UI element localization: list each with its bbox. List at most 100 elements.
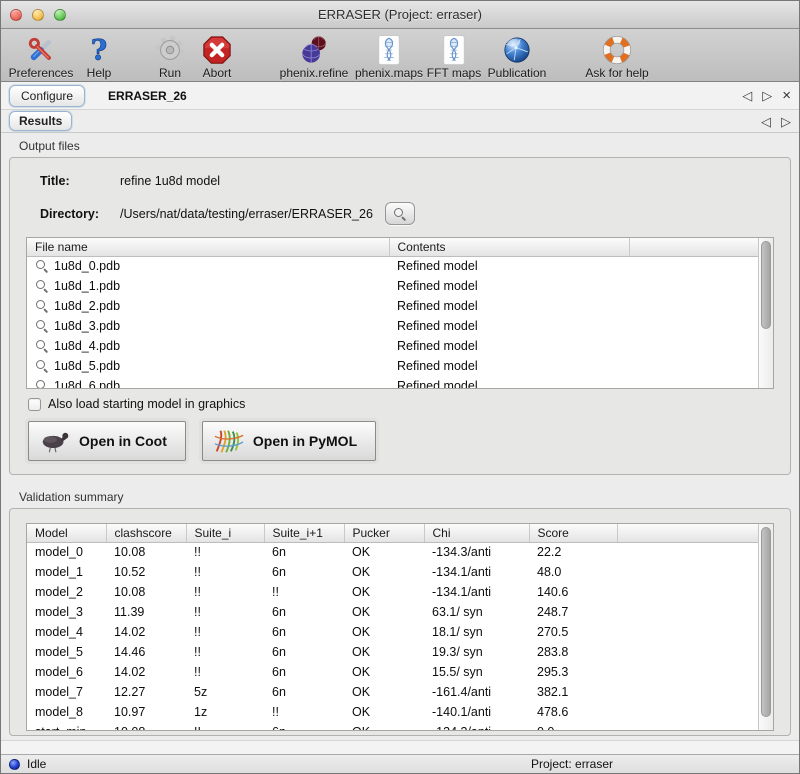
- table-row[interactable]: 1u8d_3.pdbRefined model: [27, 316, 758, 336]
- table-row[interactable]: 1u8d_5.pdbRefined model: [27, 356, 758, 376]
- gear-icon: [155, 35, 185, 65]
- column-header[interactable]: Contents: [389, 238, 629, 256]
- table-row[interactable]: model_210.08!!!!OK-134.1/anti140.6: [27, 582, 758, 602]
- table-row[interactable]: 1u8d_6.pdbRefined model: [27, 376, 758, 389]
- tab-scroll-left-icon[interactable]: ◁: [742, 89, 752, 102]
- open-in-pymol-button[interactable]: Open in PyMOL: [202, 421, 376, 461]
- table-row[interactable]: start_min10.08!!6nOK-134.3/anti0.0: [27, 722, 758, 731]
- output-files-groupbox: Title: refine 1u8d model Directory: /Use…: [9, 157, 791, 475]
- status-strip: [1, 740, 799, 754]
- phenix-maps-button[interactable]: phenix.maps: [353, 31, 425, 80]
- table-row[interactable]: model_010.08!!6nOK-134.3/anti22.2: [27, 542, 758, 562]
- column-header[interactable]: Model: [27, 524, 106, 542]
- magnifier-icon: [35, 279, 48, 292]
- magnifier-icon: [35, 339, 48, 352]
- status-led-icon: [9, 759, 20, 770]
- file-table-scrollbar[interactable]: [758, 238, 773, 388]
- validation-table-scrollbar[interactable]: [758, 524, 773, 730]
- coot-bird-icon: [39, 428, 71, 454]
- magnifier-icon: [35, 379, 48, 389]
- refine-spheres-icon: [299, 35, 329, 65]
- title-label: Title:: [40, 174, 120, 188]
- globe-icon: [502, 35, 532, 65]
- browse-directory-button[interactable]: [385, 202, 415, 225]
- abort-button[interactable]: Abort: [193, 31, 241, 80]
- validation-summary-section-label: Validation summary: [19, 490, 791, 504]
- tab-close-icon[interactable]: ×: [782, 88, 791, 103]
- results-panel: Output files Title: refine 1u8d model Di…: [1, 133, 799, 740]
- table-row[interactable]: 1u8d_1.pdbRefined model: [27, 276, 758, 296]
- density-map-icon: [439, 35, 469, 65]
- open-in-pymol-label: Open in PyMOL: [253, 433, 357, 449]
- open-in-coot-button[interactable]: Open in Coot: [28, 421, 186, 461]
- title-bar: ERRASER (Project: erraser): [1, 1, 799, 29]
- status-text: Idle: [27, 757, 46, 771]
- load-starting-model-checkbox[interactable]: [28, 398, 41, 411]
- table-row[interactable]: 1u8d_4.pdbRefined model: [27, 336, 758, 356]
- density-map-icon: [374, 35, 404, 65]
- output-files-section-label: Output files: [19, 139, 791, 153]
- column-header[interactable]: File name: [27, 238, 389, 256]
- tab-results[interactable]: Results: [9, 111, 72, 131]
- question-mark-icon: ?: [84, 35, 114, 65]
- magnifier-icon: [35, 299, 48, 312]
- tab-scroll-right-icon[interactable]: ▷: [762, 89, 772, 102]
- preferences-button[interactable]: Preferences: [5, 31, 77, 80]
- table-row[interactable]: model_810.971z!!OK-140.1/anti478.6: [27, 702, 758, 722]
- scrollbar-thumb[interactable]: [761, 527, 771, 717]
- table-row[interactable]: model_614.02!!6nOK15.5/ syn295.3: [27, 662, 758, 682]
- table-row[interactable]: model_311.39!!6nOK63.1/ syn248.7: [27, 602, 758, 622]
- help-button[interactable]: ? Help: [79, 31, 119, 80]
- column-header[interactable]: Suite_i+1: [264, 524, 344, 542]
- column-header[interactable]: Chi: [424, 524, 529, 542]
- run-button[interactable]: Run: [147, 31, 193, 80]
- window-title: ERRASER (Project: erraser): [1, 7, 799, 22]
- table-row[interactable]: model_110.52!!6nOK-134.1/anti48.0: [27, 562, 758, 582]
- table-row[interactable]: model_514.46!!6nOK19.3/ syn283.8: [27, 642, 758, 662]
- ask-for-help-button[interactable]: Ask for help: [581, 31, 653, 80]
- main-tab-bar: Configure ERRASER_26 ◁ ▷ ×: [1, 82, 799, 110]
- validation-summary-groupbox: ModelclashscoreSuite_iSuite_i+1PuckerChi…: [9, 508, 791, 736]
- column-header[interactable]: [629, 238, 758, 256]
- magnifier-icon: [35, 359, 48, 372]
- scrollbar-thumb[interactable]: [761, 241, 771, 329]
- toolbar: Preferences ? Help Run Abort: [1, 29, 799, 82]
- table-header-row: ModelclashscoreSuite_iSuite_i+1PuckerChi…: [27, 524, 758, 542]
- magnifier-icon: [35, 259, 48, 272]
- tab-configure[interactable]: Configure: [9, 85, 85, 107]
- stop-x-icon: [202, 35, 232, 65]
- column-header[interactable]: Score: [529, 524, 617, 542]
- svg-text:?: ?: [91, 35, 107, 65]
- output-files-table: File nameContents1u8d_0.pdbRefined model…: [26, 237, 774, 389]
- subtab-scroll-right-icon[interactable]: ▷: [781, 115, 791, 128]
- status-bar: Idle Project: erraser: [1, 754, 799, 773]
- sub-tab-bar: Results ◁ ▷: [1, 110, 799, 133]
- open-in-coot-label: Open in Coot: [79, 433, 167, 449]
- magnifier-icon: [35, 319, 48, 332]
- column-header[interactable]: Suite_i: [186, 524, 264, 542]
- directory-value: /Users/nat/data/testing/erraser/ERRASER_…: [120, 207, 373, 221]
- directory-label: Directory:: [40, 207, 120, 221]
- title-value: refine 1u8d model: [120, 174, 220, 188]
- subtab-scroll-left-icon[interactable]: ◁: [761, 115, 771, 128]
- app-window: ERRASER (Project: erraser) Preferences: [0, 0, 800, 774]
- tab-erraser-26[interactable]: ERRASER_26: [95, 86, 200, 106]
- pymol-ribbon-icon: [213, 428, 245, 454]
- load-starting-model-option: Also load starting model in graphics: [28, 397, 774, 411]
- table-row[interactable]: 1u8d_0.pdbRefined model: [27, 256, 758, 276]
- load-starting-model-label: Also load starting model in graphics: [48, 397, 245, 411]
- validation-table: ModelclashscoreSuite_iSuite_i+1PuckerChi…: [26, 523, 774, 731]
- column-header[interactable]: [617, 524, 758, 542]
- table-row[interactable]: 1u8d_2.pdbRefined model: [27, 296, 758, 316]
- column-header[interactable]: clashscore: [106, 524, 186, 542]
- tools-icon: [26, 35, 56, 65]
- table-row[interactable]: model_414.02!!6nOK18.1/ syn270.5: [27, 622, 758, 642]
- life-ring-icon: [602, 35, 632, 65]
- fft-maps-button[interactable]: FFT maps: [425, 31, 483, 80]
- table-header-row: File nameContents: [27, 238, 758, 256]
- phenix-refine-button[interactable]: phenix.refine: [275, 31, 353, 80]
- column-header[interactable]: Pucker: [344, 524, 424, 542]
- project-label: Project: erraser: [531, 757, 613, 771]
- table-row[interactable]: model_712.275z6nOK-161.4/anti382.1: [27, 682, 758, 702]
- publication-button[interactable]: Publication: [483, 31, 551, 80]
